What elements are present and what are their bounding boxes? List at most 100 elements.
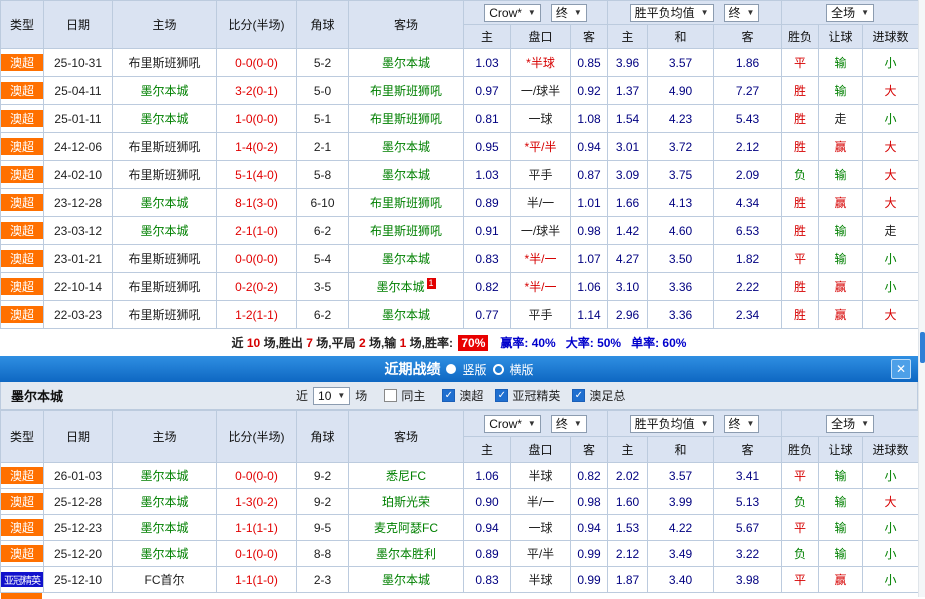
handicap-odds: 0.91 (464, 217, 511, 245)
home-team-cell: 墨尔本城 (113, 541, 217, 567)
away-team-link[interactable]: 布里斯班狮吼 (370, 112, 442, 126)
result-wdl: 胜 (782, 217, 819, 245)
europe-odds: 2.34 (714, 301, 782, 329)
europe-odds-select-value: 胜平负均值 (635, 415, 695, 432)
scrollbar-thumb[interactable] (920, 332, 925, 363)
fulltime-select[interactable]: 全场▼ (826, 4, 874, 22)
checkbox-checked[interactable]: ✓ (495, 389, 508, 402)
europe-odds: 4.22 (648, 515, 714, 541)
team-name: 墨尔本城 (1, 386, 296, 405)
handicap-final-select[interactable]: 终▼ (551, 4, 587, 22)
handicap-odds: 0.95 (464, 133, 511, 161)
score: 1-3(0-2) (217, 489, 297, 515)
checkbox-checked[interactable]: ✓ (442, 389, 455, 402)
summary-segment: 单率: 60% (631, 336, 686, 350)
radio-vertical-layout[interactable] (446, 364, 456, 374)
result-handicap: 输 (819, 515, 863, 541)
home-team-link[interactable]: 墨尔本城 (140, 112, 188, 126)
away-team-link[interactable]: 珀斯光荣 (382, 495, 430, 509)
europe-odds: 3.36 (648, 273, 714, 301)
away-team-link[interactable]: 悉尼FC (386, 469, 426, 483)
away-team-link[interactable]: 墨尔本城 (382, 252, 430, 266)
away-team-link[interactable]: 布里斯班狮吼 (370, 84, 442, 98)
radio-horizontal-label[interactable]: 横版 (510, 361, 534, 378)
league-cell: 澳超 (1, 49, 44, 77)
away-team-cell: 布里斯班狮吼 (349, 105, 464, 133)
score: 0-0(0-0) (217, 245, 297, 273)
same-home-checkbox[interactable] (384, 389, 397, 402)
handicap-final-select[interactable]: 终▼ (551, 415, 587, 433)
result-handicap: 赢 (819, 567, 863, 593)
red-card-badge: 1 (427, 278, 436, 289)
result-goals: 小 (863, 245, 919, 273)
summary-segment: 赢率: 40% (500, 336, 555, 350)
checkbox-checked[interactable]: ✓ (572, 389, 585, 402)
header-handicap-result: 让球 (819, 437, 863, 463)
away-team-link[interactable]: 麦克阿瑟FC (374, 521, 438, 535)
away-team-link[interactable]: 墨尔本城 (382, 168, 430, 182)
home-team-link[interactable]: 墨尔本城 (140, 495, 188, 509)
europe-odds-select-value: 胜平负均值 (635, 4, 695, 21)
home-team-link[interactable]: 墨尔本城 (140, 521, 188, 535)
chevron-down-icon: ▼ (861, 419, 869, 428)
away-team-link[interactable]: 布里斯班狮吼 (370, 196, 442, 210)
header-ah-away: 客 (571, 437, 608, 463)
away-team-link[interactable]: 墨尔本城 (376, 280, 424, 294)
handicap-odds: 0.98 (571, 217, 608, 245)
europe-final-select[interactable]: 终▼ (724, 415, 760, 433)
fulltime-select-cell: 全场▼ (782, 411, 919, 437)
result-handicap: 输 (819, 463, 863, 489)
scrollbar[interactable] (918, 0, 925, 597)
home-team-link[interactable]: 布里斯班狮吼 (128, 280, 200, 294)
radio-vertical-label[interactable]: 竖版 (462, 361, 486, 378)
home-team-link[interactable]: 布里斯班狮吼 (128, 56, 200, 70)
home-team-link[interactable]: 布里斯班狮吼 (128, 168, 200, 182)
odds-company-select[interactable]: Crow*▼ (484, 4, 541, 22)
home-team-link[interactable]: 墨尔本城 (140, 84, 188, 98)
match-row: 澳超25-01-11墨尔本城1-0(0-0)5-1布里斯班狮吼0.81一球1.0… (1, 105, 919, 133)
result-wdl: 胜 (782, 189, 819, 217)
result-handicap: 输 (819, 77, 863, 105)
handicap-odds: 0.98 (571, 489, 608, 515)
home-team-link[interactable]: 布里斯班狮吼 (128, 308, 200, 322)
away-team-link[interactable]: 墨尔本城 (382, 56, 430, 70)
close-button[interactable]: ✕ (891, 359, 911, 379)
home-team-link[interactable]: FC首尔 (145, 573, 185, 587)
handicap-line: 一球 (511, 515, 571, 541)
handicap-line: 半球 (511, 567, 571, 593)
away-team-link[interactable]: 墨尔本城 (382, 140, 430, 154)
europe-odds: 2.02 (608, 463, 648, 489)
result-wdl: 平 (782, 49, 819, 77)
result-handicap: 输 (819, 245, 863, 273)
match-date: 25-12-28 (44, 489, 113, 515)
europe-odds-select[interactable]: 胜平负均值▼ (630, 415, 714, 433)
result-handicap: 赢 (819, 133, 863, 161)
away-team-link[interactable]: 墨尔本城 (382, 308, 430, 322)
handicap-line: 半球 (511, 463, 571, 489)
away-team-link[interactable]: 墨尔本城 (382, 573, 430, 587)
away-team-link[interactable]: 布里斯班狮吼 (370, 224, 442, 238)
home-team-link[interactable]: 墨尔本城 (140, 547, 188, 561)
match-row: 澳超22-10-14布里斯班狮吼0-2(0-2)3-5墨尔本城10.82*半/一… (1, 273, 919, 301)
radio-horizontal-layout[interactable] (493, 364, 504, 375)
match-count-value: 10 (318, 389, 331, 403)
europe-final-select[interactable]: 终▼ (724, 4, 760, 22)
home-team-link[interactable]: 墨尔本城 (140, 469, 188, 483)
handicap-odds: 0.81 (464, 105, 511, 133)
handicap-line: 平手 (511, 161, 571, 189)
league-filter: ✓澳超 (442, 387, 483, 404)
away-team-cell: 布里斯班狮吼 (349, 189, 464, 217)
odds-company-select[interactable]: Crow*▼ (484, 415, 541, 433)
match-count-select[interactable]: 10▼ (313, 387, 350, 405)
handicap-odds: 0.83 (464, 245, 511, 273)
header-ah-line: 盘口 (511, 25, 571, 49)
away-team-link[interactable]: 墨尔本胜利 (376, 547, 436, 561)
europe-odds-select[interactable]: 胜平负均值▼ (630, 4, 714, 22)
home-team-link[interactable]: 布里斯班狮吼 (128, 140, 200, 154)
match-row: 澳超23-03-12墨尔本城2-1(1-0)6-2布里斯班狮吼0.91一/球半0… (1, 217, 919, 245)
header-ah-home: 主 (464, 437, 511, 463)
home-team-link[interactable]: 墨尔本城 (140, 196, 188, 210)
fulltime-select[interactable]: 全场▼ (826, 415, 874, 433)
home-team-link[interactable]: 布里斯班狮吼 (128, 252, 200, 266)
home-team-link[interactable]: 墨尔本城 (140, 224, 188, 238)
